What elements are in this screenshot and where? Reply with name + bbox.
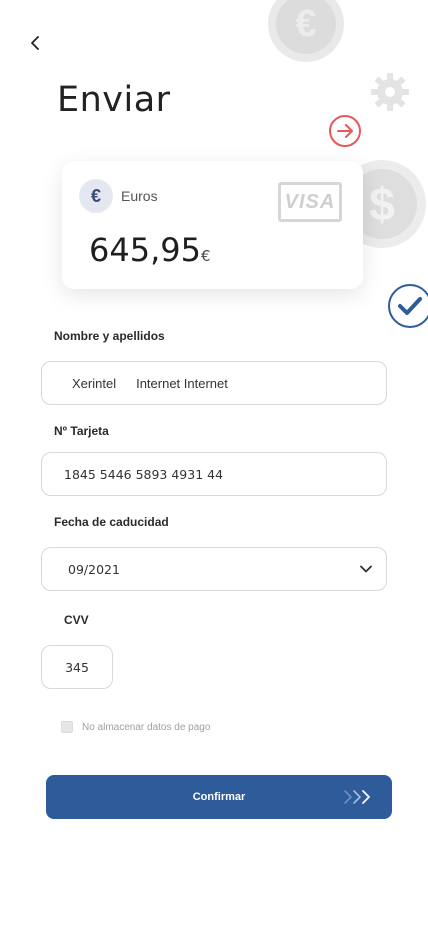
euro-icon: € — [79, 179, 113, 213]
name-label: Nombre y apellidos — [54, 329, 165, 343]
card-number-field[interactable]: 1845 5446 5893 4931 44 — [41, 452, 387, 496]
chevron-down-icon — [360, 565, 372, 573]
cvv-label: CVV — [64, 613, 89, 627]
last-name-value: Internet Internet — [136, 375, 228, 391]
expiry-label: Fecha de caducidad — [54, 515, 169, 529]
name-field[interactable]: Xerintel Internet Internet — [41, 361, 387, 405]
amount-value: 645,95 — [89, 231, 201, 269]
visa-logo: VISA — [278, 182, 342, 222]
euro-coin-decoration: € — [268, 0, 344, 62]
cvv-field[interactable]: 345 — [41, 645, 113, 689]
expiry-select[interactable]: 09/2021 — [41, 547, 387, 591]
card-number-label: Nº Tarjeta — [54, 424, 109, 438]
cvv-value: 345 — [65, 659, 89, 675]
back-button[interactable] — [24, 32, 46, 54]
first-name-value: Xerintel — [72, 375, 117, 391]
balance-card: € Euros VISA 645,95€ — [62, 161, 363, 289]
check-circle-icon — [388, 284, 428, 328]
save-payment-checkbox[interactable] — [61, 721, 73, 733]
chevron-left-icon — [31, 36, 39, 50]
balance-amount: 645,95€ — [89, 231, 211, 269]
amount-currency: € — [200, 247, 211, 265]
confirm-label: Confirmar — [192, 791, 246, 803]
triple-chevron-right-icon — [344, 790, 370, 804]
save-payment-label: No almacenar datos de pago — [82, 721, 211, 733]
arrow-right-circle-icon — [329, 115, 361, 147]
currency-label: Euros — [121, 188, 158, 204]
save-payment-row: No almacenar datos de pago — [61, 721, 210, 733]
gear-icon — [371, 73, 409, 111]
page-title: Enviar — [57, 80, 171, 120]
card-number-value: 1845 5446 5893 4931 44 — [64, 466, 224, 482]
confirm-button[interactable]: Confirmar — [46, 775, 392, 819]
euro-coin-symbol: € — [295, 2, 317, 45]
expiry-value: 09/2021 — [68, 561, 120, 577]
